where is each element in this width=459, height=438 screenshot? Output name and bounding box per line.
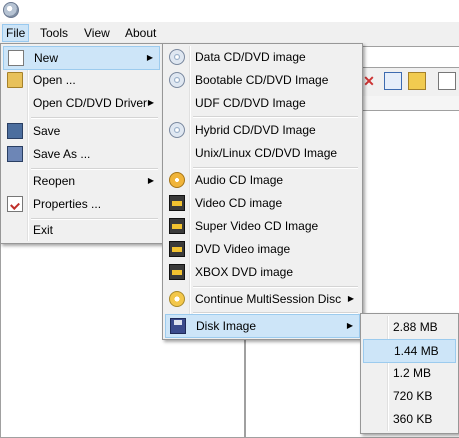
new-document-icon [8, 50, 24, 66]
new-unix-image[interactable]: Unix/Linux CD/DVD Image [165, 142, 360, 164]
data-label: Data CD/DVD image [195, 50, 306, 64]
file-menu-save-as[interactable]: Save As ... [3, 143, 160, 165]
extract-icon[interactable] [408, 72, 426, 90]
audio-label: Audio CD Image [195, 173, 284, 187]
menu-file[interactable]: File [2, 24, 30, 42]
new-data-image[interactable]: Data CD/DVD image [165, 46, 360, 68]
properties-icon[interactable] [438, 72, 456, 90]
new-xbox-image[interactable]: XBOX DVD image [165, 261, 360, 283]
unix-label: Unix/Linux CD/DVD Image [195, 146, 338, 160]
hybrid-disc-icon [169, 122, 185, 138]
new-multisession[interactable]: Continue MultiSession Disc ▶ [165, 288, 360, 310]
menu-tools[interactable]: Tools [37, 25, 71, 41]
open-label: Open ... [33, 73, 76, 87]
toolbar: ✕ [360, 68, 459, 94]
floppy-disk-icon [170, 318, 186, 334]
hybrid-label: Hybrid CD/DVD Image [195, 123, 316, 137]
properties-label: Properties ... [33, 197, 102, 211]
app-icon[interactable] [3, 2, 19, 18]
xbox-film-icon [169, 264, 185, 280]
new-label: New [34, 51, 59, 65]
new-audio-image[interactable]: Audio CD Image [165, 169, 360, 191]
udf-label: UDF CD/DVD Image [195, 96, 306, 110]
submenu-arrow-icon: ▶ [346, 321, 353, 330]
disk-option[interactable]: 720 KB [363, 385, 456, 407]
file-menu-properties[interactable]: Properties ... [3, 193, 160, 215]
video-label: Video CD image [195, 196, 283, 210]
new-hybrid-image[interactable]: Hybrid CD/DVD Image [165, 119, 360, 141]
disk-option-label: 2.88 MB [393, 320, 438, 334]
new-bootable-image[interactable]: Bootable CD/DVD Image [165, 69, 360, 91]
rename-icon[interactable] [384, 72, 402, 90]
disk-option[interactable]: 1.44 MB [363, 339, 456, 363]
open-driver-label: Open CD/DVD Driver [33, 96, 148, 110]
dvdvideo-label: DVD Video image [195, 242, 291, 256]
new-submenu: Data CD/DVD image Bootable CD/DVD Image … [162, 43, 363, 340]
svcd-label: Super Video CD Image [195, 219, 319, 233]
menu-view[interactable]: View [81, 25, 113, 41]
disk-label: Disk Image [196, 319, 257, 333]
submenu-arrow-icon: ▶ [347, 294, 354, 303]
file-menu-open[interactable]: Open ... [3, 69, 160, 91]
bootable-disc-icon [169, 72, 185, 88]
submenu-arrow-icon: ▶ [146, 53, 153, 62]
reopen-label: Reopen [33, 174, 76, 188]
file-menu-open-driver[interactable]: Open CD/DVD Driver ▶ [3, 92, 160, 114]
disk-option[interactable]: 1.2 MB [363, 362, 456, 384]
menu-bar: File Tools View About [0, 22, 459, 44]
disk-option[interactable]: 2.88 MB [363, 316, 456, 338]
new-disk-image[interactable]: Disk Image ▶ [165, 314, 360, 338]
exit-label: Exit [33, 223, 54, 237]
xbox-label: XBOX DVD image [195, 265, 294, 279]
separator [193, 116, 358, 118]
menu-about[interactable]: About [122, 25, 159, 41]
new-svcd-image[interactable]: Super Video CD Image [165, 215, 360, 237]
save-as-label: Save As ... [33, 147, 91, 161]
file-menu-reopen[interactable]: Reopen ▶ [3, 170, 160, 192]
properties-icon [7, 196, 23, 212]
file-menu-save[interactable]: Save [3, 120, 160, 142]
data-disc-icon [169, 49, 185, 65]
separator [31, 117, 158, 119]
submenu-arrow-icon: ▶ [147, 176, 154, 185]
column-header [360, 96, 459, 111]
new-udf-image[interactable]: UDF CD/DVD Image [165, 92, 360, 114]
title-bar [0, 0, 459, 23]
disk-image-submenu: 2.88 MB 1.44 MB 1.2 MB 720 KB 360 KB [360, 313, 459, 434]
file-menu-exit[interactable]: Exit [3, 219, 160, 241]
new-video-image[interactable]: Video CD image [165, 192, 360, 214]
new-dvdvideo-image[interactable]: DVD Video image [165, 238, 360, 260]
disk-option[interactable]: 360 KB [363, 408, 456, 430]
svcd-film-icon [169, 218, 185, 234]
disk-option-label: 720 KB [393, 389, 433, 403]
vcd-film-icon [169, 195, 185, 211]
multisession-label: Continue MultiSession Disc [195, 292, 342, 306]
save-label: Save [33, 124, 61, 138]
save-as-icon [7, 146, 23, 162]
disk-option-label: 1.2 MB [393, 366, 432, 380]
audio-disc-icon [169, 172, 185, 188]
multisession-disc-icon [169, 291, 185, 307]
submenu-arrow-icon: ▶ [147, 98, 154, 107]
file-menu: New ▶ Open ... Open CD/DVD Driver ▶ Save… [0, 43, 163, 244]
disk-option-label: 1.44 MB [394, 344, 439, 358]
path-input[interactable] [360, 46, 459, 68]
disk-option-label: 360 KB [393, 412, 433, 426]
open-folder-icon [7, 72, 23, 88]
file-menu-new[interactable]: New ▶ [3, 46, 160, 70]
save-icon [7, 123, 23, 139]
dvd-film-icon [169, 241, 185, 257]
bootable-label: Bootable CD/DVD Image [195, 73, 329, 87]
